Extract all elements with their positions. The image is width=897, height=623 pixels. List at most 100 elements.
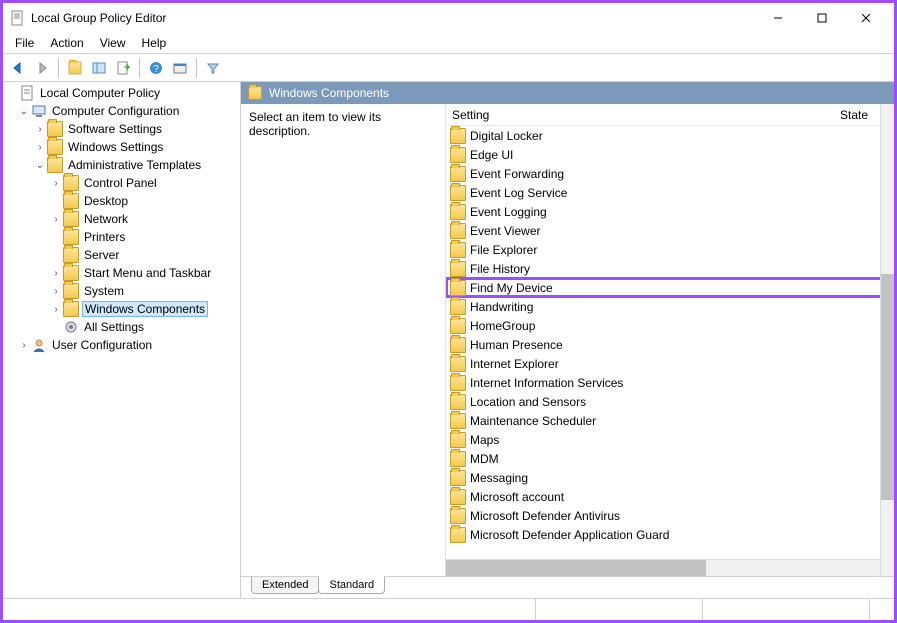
folder-icon: [63, 193, 79, 209]
vertical-scrollbar[interactable]: [880, 104, 894, 576]
tree-label: Computer Configuration: [50, 104, 181, 118]
menu-view[interactable]: View: [92, 34, 134, 52]
list-item[interactable]: HomeGroup: [446, 316, 894, 335]
list-item[interactable]: Maps: [446, 430, 894, 449]
tree-user-config[interactable]: › User Configuration: [3, 336, 240, 354]
list-item[interactable]: Find My Device: [446, 278, 894, 297]
toolbar-show-tree-button[interactable]: [88, 57, 110, 79]
list-item[interactable]: Internet Explorer: [446, 354, 894, 373]
tree-computer-config[interactable]: ⌄ Computer Configuration: [3, 102, 240, 120]
tree-windows-settings[interactable]: › Windows Settings: [3, 138, 240, 156]
list-item[interactable]: Microsoft Defender Application Guard: [446, 525, 894, 544]
list-item[interactable]: Microsoft account: [446, 487, 894, 506]
tree-label: Desktop: [82, 194, 130, 208]
chevron-right-icon[interactable]: ›: [17, 340, 31, 351]
folder-icon: [63, 211, 79, 227]
tree-admin-templates[interactable]: ⌄ Administrative Templates: [3, 156, 240, 174]
folder-icon: [450, 318, 466, 334]
chevron-right-icon[interactable]: ›: [33, 124, 47, 135]
tab-standard[interactable]: Standard: [318, 576, 385, 594]
app-icon: [9, 10, 25, 26]
maximize-button[interactable]: [800, 4, 844, 32]
list-item[interactable]: File Explorer: [446, 240, 894, 259]
list-rows[interactable]: Digital LockerEdge UIEvent Forwarding Eve…: [446, 126, 894, 559]
list-item-label: Handwriting: [470, 300, 533, 314]
list-item-label: Event Log Service: [470, 186, 567, 200]
list-item-label: Human Presence: [470, 338, 563, 352]
folder-icon: [450, 242, 466, 258]
titlebar: Local Group Policy Editor: [3, 3, 894, 33]
tree-windows-components[interactable]: › Windows Components: [3, 300, 240, 318]
minimize-button[interactable]: [756, 4, 800, 32]
tree-label: User Configuration: [50, 338, 154, 352]
chevron-down-icon[interactable]: ⌄: [17, 106, 31, 117]
chevron-right-icon[interactable]: ›: [33, 142, 47, 153]
tree-label: Software Settings: [66, 122, 164, 136]
tree-label: Windows Settings: [66, 140, 165, 154]
status-cell: [703, 599, 870, 620]
folder-icon: [450, 204, 466, 220]
chevron-right-icon[interactable]: ›: [49, 178, 63, 189]
tree-label: Server: [82, 248, 121, 262]
list-item-label: Find My Device: [470, 281, 553, 295]
tree-network[interactable]: › Network: [3, 210, 240, 228]
list-item[interactable]: MDM: [446, 449, 894, 468]
chevron-down-icon[interactable]: ⌄: [33, 160, 47, 171]
column-header-setting[interactable]: Setting: [446, 108, 834, 122]
list-item[interactable]: File History: [446, 259, 894, 278]
list-item[interactable]: Internet Information Services: [446, 373, 894, 392]
toolbar-back-button[interactable]: [7, 57, 29, 79]
list-item[interactable]: Edge UI: [446, 145, 894, 164]
list-item[interactable]: Microsoft Defender Antivirus: [446, 506, 894, 525]
folder-icon: [63, 175, 79, 191]
tree-all-settings[interactable]: All Settings: [3, 318, 240, 336]
tree-system[interactable]: › System: [3, 282, 240, 300]
tree-software-settings[interactable]: › Software Settings: [3, 120, 240, 138]
tree-printers[interactable]: Printers: [3, 228, 240, 246]
tree-pane[interactable]: Local Computer Policy ⌄ Computer Configu…: [3, 82, 241, 598]
list-item[interactable]: Event Log Service: [446, 183, 894, 202]
folder-icon: [450, 261, 466, 277]
tree-control-panel[interactable]: › Control Panel: [3, 174, 240, 192]
list-item[interactable]: Handwriting: [446, 297, 894, 316]
menu-help[interactable]: Help: [134, 34, 175, 52]
list-item[interactable]: Location and Sensors: [446, 392, 894, 411]
tree-start-menu[interactable]: › Start Menu and Taskbar: [3, 264, 240, 282]
tree-desktop[interactable]: Desktop: [3, 192, 240, 210]
list-item-label: Maintenance Scheduler: [470, 414, 596, 428]
list-item[interactable]: Human Presence: [446, 335, 894, 354]
list-item[interactable]: Event Logging: [446, 202, 894, 221]
toolbar-export-button[interactable]: [112, 57, 134, 79]
list-item[interactable]: Messaging: [446, 468, 894, 487]
toolbar-up-button[interactable]: [64, 57, 86, 79]
chevron-right-icon[interactable]: ›: [49, 268, 63, 279]
menu-file[interactable]: File: [7, 34, 42, 52]
list-item[interactable]: Event Forwarding: [446, 164, 894, 183]
tree-label: System: [82, 284, 126, 298]
close-button[interactable]: [844, 4, 888, 32]
tab-extended[interactable]: Extended: [251, 577, 319, 594]
list-item[interactable]: Maintenance Scheduler: [446, 411, 894, 430]
list-item[interactable]: Event Viewer: [446, 221, 894, 240]
folder-icon: [450, 185, 466, 201]
tree-label: Local Computer Policy: [38, 86, 162, 100]
detail-body: Select an item to view its description. …: [241, 104, 894, 576]
folder-icon: [450, 280, 466, 296]
chevron-right-icon[interactable]: ›: [49, 286, 63, 297]
list-column-headers[interactable]: Setting State: [446, 104, 894, 126]
horizontal-scrollbar[interactable]: [446, 559, 880, 576]
folder-icon: [47, 157, 63, 173]
menu-action[interactable]: Action: [42, 34, 91, 52]
toolbar-filter-button[interactable]: [202, 57, 224, 79]
list-item[interactable]: Digital Locker: [446, 126, 894, 145]
folder-icon: [450, 413, 466, 429]
chevron-right-icon[interactable]: ›: [49, 304, 63, 315]
chevron-right-icon[interactable]: ›: [49, 214, 63, 225]
tree-server[interactable]: Server: [3, 246, 240, 264]
tree-root[interactable]: Local Computer Policy: [3, 84, 240, 102]
toolbar-help-button[interactable]: ?: [145, 57, 167, 79]
toolbar-forward-button[interactable]: [31, 57, 53, 79]
list-item-label: Microsoft account: [470, 490, 564, 504]
folder-icon: [450, 223, 466, 239]
toolbar-properties-button[interactable]: [169, 57, 191, 79]
